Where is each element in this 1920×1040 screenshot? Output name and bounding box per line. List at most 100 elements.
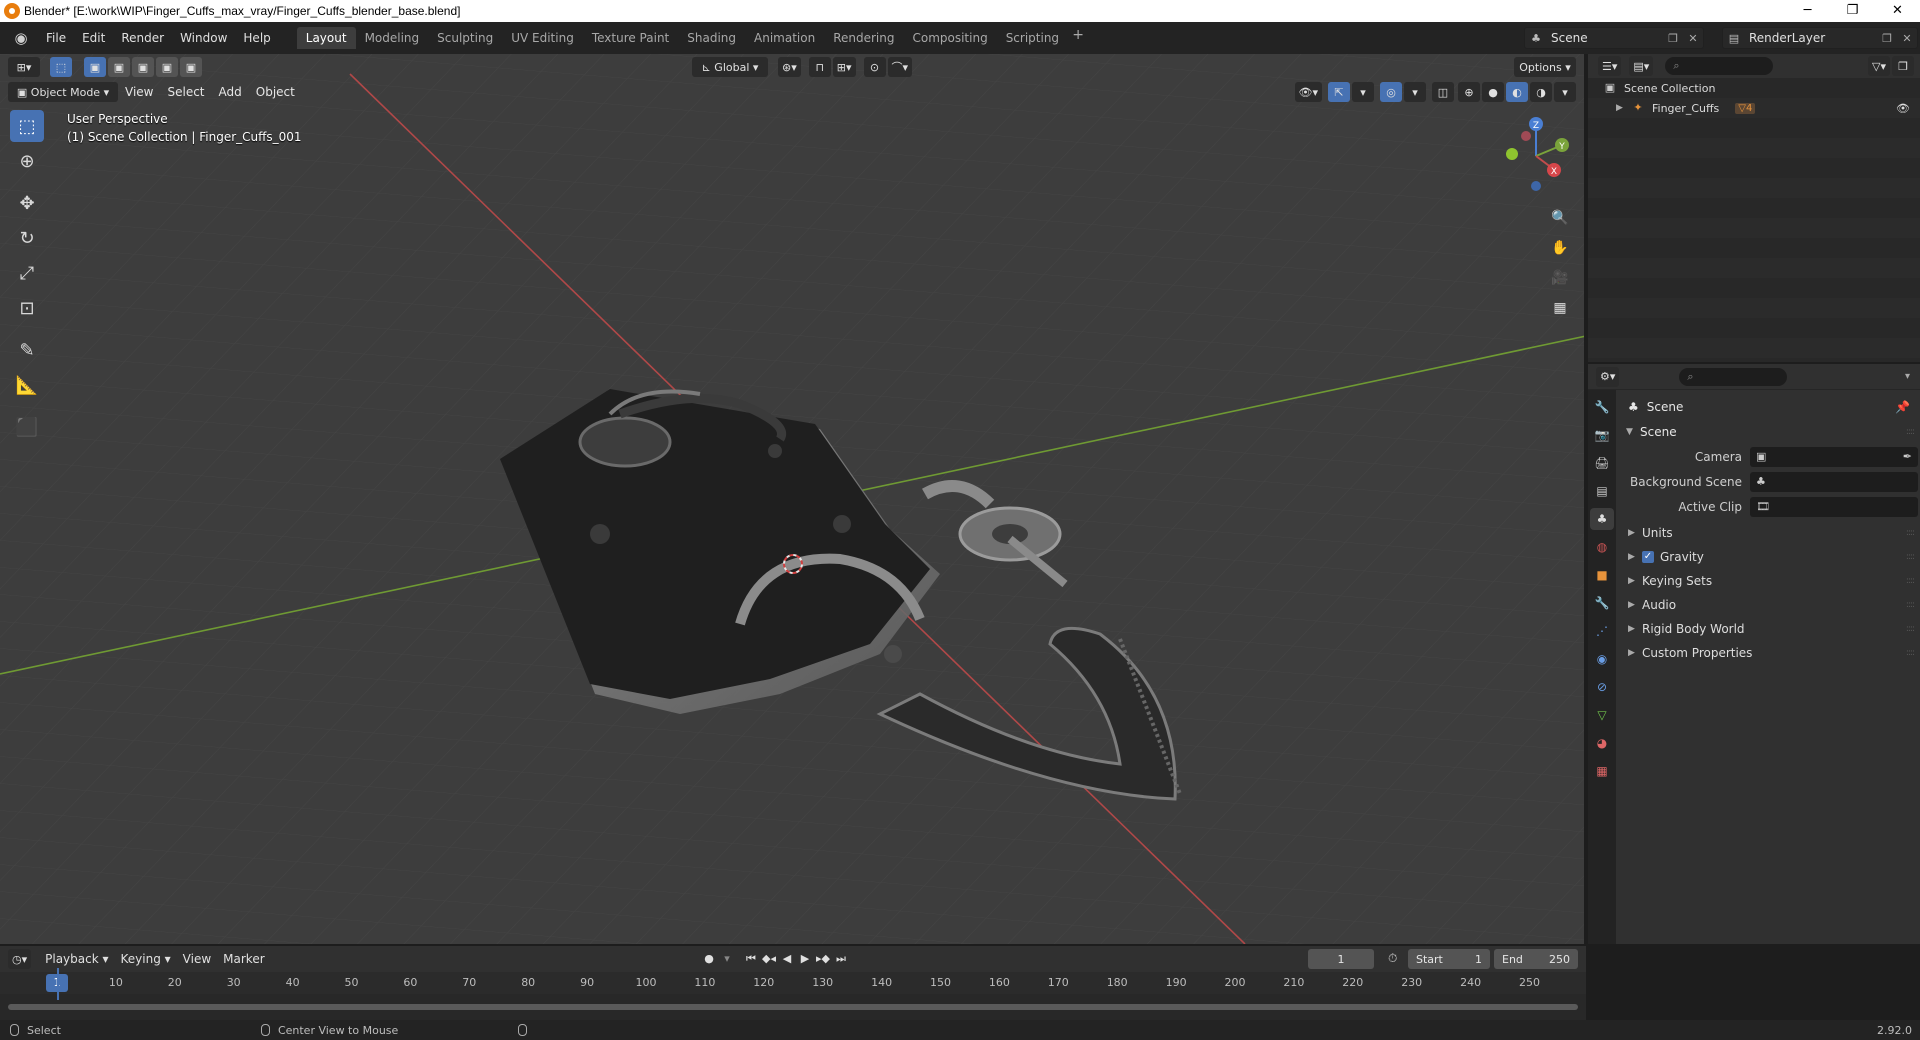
constraints-tab-icon[interactable]: ⊘ (1590, 676, 1614, 698)
drag-handle-icon[interactable]: :::: (1906, 528, 1915, 538)
snap-icon[interactable]: ⊓ (808, 57, 831, 77)
jump-start-icon[interactable]: ⏮ (742, 949, 760, 969)
select-mode-icon[interactable]: ⬚ (50, 57, 72, 77)
viewport-menu-select[interactable]: Select (160, 82, 211, 102)
modifier-tab-icon[interactable]: 🔧 (1590, 592, 1614, 614)
frame-ruler[interactable]: 1 10203040506070809010011012013014015016… (0, 972, 1586, 994)
preview-range-clock-icon[interactable]: ⏱ (1388, 951, 1397, 966)
scale-tool-icon[interactable]: ⤢ (10, 257, 44, 289)
rotate-tool-icon[interactable]: ↻ (10, 222, 44, 254)
add-workspace-icon[interactable]: + (1068, 27, 1088, 49)
auto-keying-icon[interactable]: ● (700, 949, 718, 969)
timeline-menu-keying[interactable]: Keying ▾ (115, 952, 177, 966)
timeline-editor-type-icon[interactable]: ◷▾ (8, 949, 32, 969)
output-tab-icon[interactable]: 🖨 (1590, 452, 1614, 474)
solid-shading-icon[interactable]: ● (1482, 82, 1504, 102)
properties-search-input[interactable]: ⌕ (1679, 367, 1788, 386)
pin-icon[interactable]: 📌 (1895, 400, 1910, 414)
scene-tab-icon[interactable]: ♣ (1590, 508, 1614, 530)
viewport-menu-object[interactable]: Object (249, 82, 302, 102)
3d-viewport[interactable]: ⊞▾ ⬚ ▣ ▣ ▣ ▣ ▣ ⊾ Global ▾ ⊛▾ ⊓ ⊞▾ ⊙ ⌒▾ O… (0, 54, 1586, 944)
view-layer-selector[interactable]: ▤ RenderLayer ❐ ✕ (1722, 27, 1918, 49)
drag-handle-icon[interactable]: :::: (1906, 552, 1915, 562)
particles-tab-icon[interactable]: ⋰ (1590, 620, 1614, 642)
proportional-edit-icon[interactable]: ⊙ (863, 57, 886, 77)
blender-logo-icon[interactable]: ◉ (8, 25, 34, 51)
tab-animation[interactable]: Animation (745, 27, 824, 49)
units-panel[interactable]: ▶ Units :::: (1618, 521, 1920, 545)
gizmo-dropdown-icon[interactable]: ▾ (1352, 82, 1374, 102)
select-intersect-icon[interactable]: ▣ (180, 57, 202, 77)
new-collection-icon[interactable]: ❐ (1892, 56, 1914, 76)
tool-tab-icon[interactable]: 🔧 (1590, 396, 1614, 418)
zoom-icon[interactable]: 🔍 (1546, 204, 1574, 232)
close-button[interactable]: ✕ (1875, 0, 1920, 22)
view-layer-tab-icon[interactable]: ▤ (1590, 480, 1614, 502)
world-tab-icon[interactable]: ◍ (1590, 536, 1614, 558)
tab-layout[interactable]: Layout (296, 27, 356, 49)
timeline-menu-playback[interactable]: Playback ▾ (39, 952, 114, 966)
shading-dropdown-icon[interactable]: ▾ (1554, 82, 1576, 102)
select-invert-icon[interactable]: ▣ (156, 57, 178, 77)
physics-tab-icon[interactable]: ◉ (1590, 648, 1614, 670)
navigation-gizmo[interactable]: Z Y X (1494, 112, 1580, 202)
annotate-tool-icon[interactable]: ✎ (10, 334, 44, 366)
options-dropdown[interactable]: Options ▾ (1514, 57, 1576, 77)
menu-edit[interactable]: Edit (74, 27, 113, 49)
select-new-icon[interactable]: ▣ (84, 57, 106, 77)
outliner-row-finger-cuffs[interactable]: ▶ ✦ Finger_Cuffs ▽4 👁 (1588, 98, 1920, 118)
viewport-menu-add[interactable]: Add (212, 82, 249, 102)
drag-handle-icon[interactable]: :::: (1906, 600, 1915, 610)
jump-end-icon[interactable]: ⏭ (832, 949, 850, 969)
play-icon[interactable]: ▶ (796, 949, 814, 969)
eyedropper-icon[interactable]: ✒ (1903, 450, 1912, 463)
outliner-display-mode-icon[interactable]: ▤▾ (1629, 56, 1654, 76)
drag-handle-icon[interactable]: :::: (1906, 624, 1915, 634)
gravity-checkbox[interactable]: ✓ (1642, 551, 1654, 563)
menu-file[interactable]: File (38, 27, 74, 49)
menu-window[interactable]: Window (172, 27, 235, 49)
timeline-scrollbar[interactable] (8, 1004, 1578, 1010)
rendered-shading-icon[interactable]: ◑ (1530, 82, 1552, 102)
object-mode-dropdown[interactable]: ▣ Object Mode ▾ (8, 82, 118, 102)
maximize-button[interactable]: ❐ (1830, 0, 1875, 22)
delete-scene-icon[interactable]: ✕ (1683, 32, 1703, 45)
outliner-search-input[interactable]: ⌕ (1665, 57, 1774, 75)
scene-selector[interactable]: ♣ Scene ❐ ✕ (1524, 27, 1704, 49)
xray-toggle-icon[interactable]: ◫ (1432, 82, 1454, 102)
drag-handle-icon[interactable]: :::: (1906, 648, 1915, 658)
drag-handle-icon[interactable]: :::: (1906, 576, 1915, 586)
properties-options-icon[interactable]: ▾ (1905, 371, 1910, 382)
pivot-point-icon[interactable]: ⊛▾ (778, 57, 801, 77)
snap-target-icon[interactable]: ⊞▾ (832, 57, 856, 77)
new-view-layer-icon[interactable]: ❐ (1877, 32, 1897, 45)
viewport-scene[interactable] (0, 54, 1586, 944)
outliner-editor-type-icon[interactable]: ☰▾ (1598, 56, 1622, 76)
start-frame-input[interactable]: Start 1 (1408, 949, 1490, 969)
properties-editor-type-icon[interactable]: ⚙▾ (1596, 366, 1620, 387)
transform-orientation-dropdown[interactable]: ⊾ Global ▾ (692, 57, 768, 77)
drag-handle-icon[interactable]: :::: (1906, 427, 1915, 437)
play-reverse-icon[interactable]: ◀ (778, 949, 796, 969)
ortho-grid-icon[interactable]: ▦ (1546, 294, 1574, 322)
overlays-dropdown-icon[interactable]: ▾ (1404, 82, 1426, 102)
measure-tool-icon[interactable]: 📐 (10, 369, 44, 401)
visibility-eye-icon[interactable]: 👁 (1896, 102, 1910, 115)
tab-uv-editing[interactable]: UV Editing (502, 27, 583, 49)
menu-help[interactable]: Help (235, 27, 278, 49)
minimize-button[interactable]: ─ (1785, 0, 1830, 22)
custom-properties-panel[interactable]: ▶ Custom Properties :::: (1618, 641, 1920, 665)
proportional-falloff-icon[interactable]: ⌒▾ (887, 57, 913, 77)
object-tab-icon[interactable]: ■ (1590, 564, 1614, 586)
audio-panel[interactable]: ▶ Audio :::: (1618, 593, 1920, 617)
camera-view-icon[interactable]: 🎥 (1546, 264, 1574, 292)
menu-render[interactable]: Render (113, 27, 172, 49)
data-tab-icon[interactable]: ▽ (1590, 704, 1614, 726)
tab-rendering[interactable]: Rendering (824, 27, 903, 49)
timeline-track-area[interactable] (0, 968, 1586, 1020)
material-tab-icon[interactable]: ◕ (1590, 732, 1614, 754)
end-frame-input[interactable]: End 250 (1494, 949, 1578, 969)
scene-panel-header[interactable]: ▼ Scene :::: (1618, 420, 1920, 444)
new-scene-icon[interactable]: ❐ (1663, 32, 1683, 45)
cursor-tool-icon[interactable]: ⊕ (10, 145, 44, 177)
